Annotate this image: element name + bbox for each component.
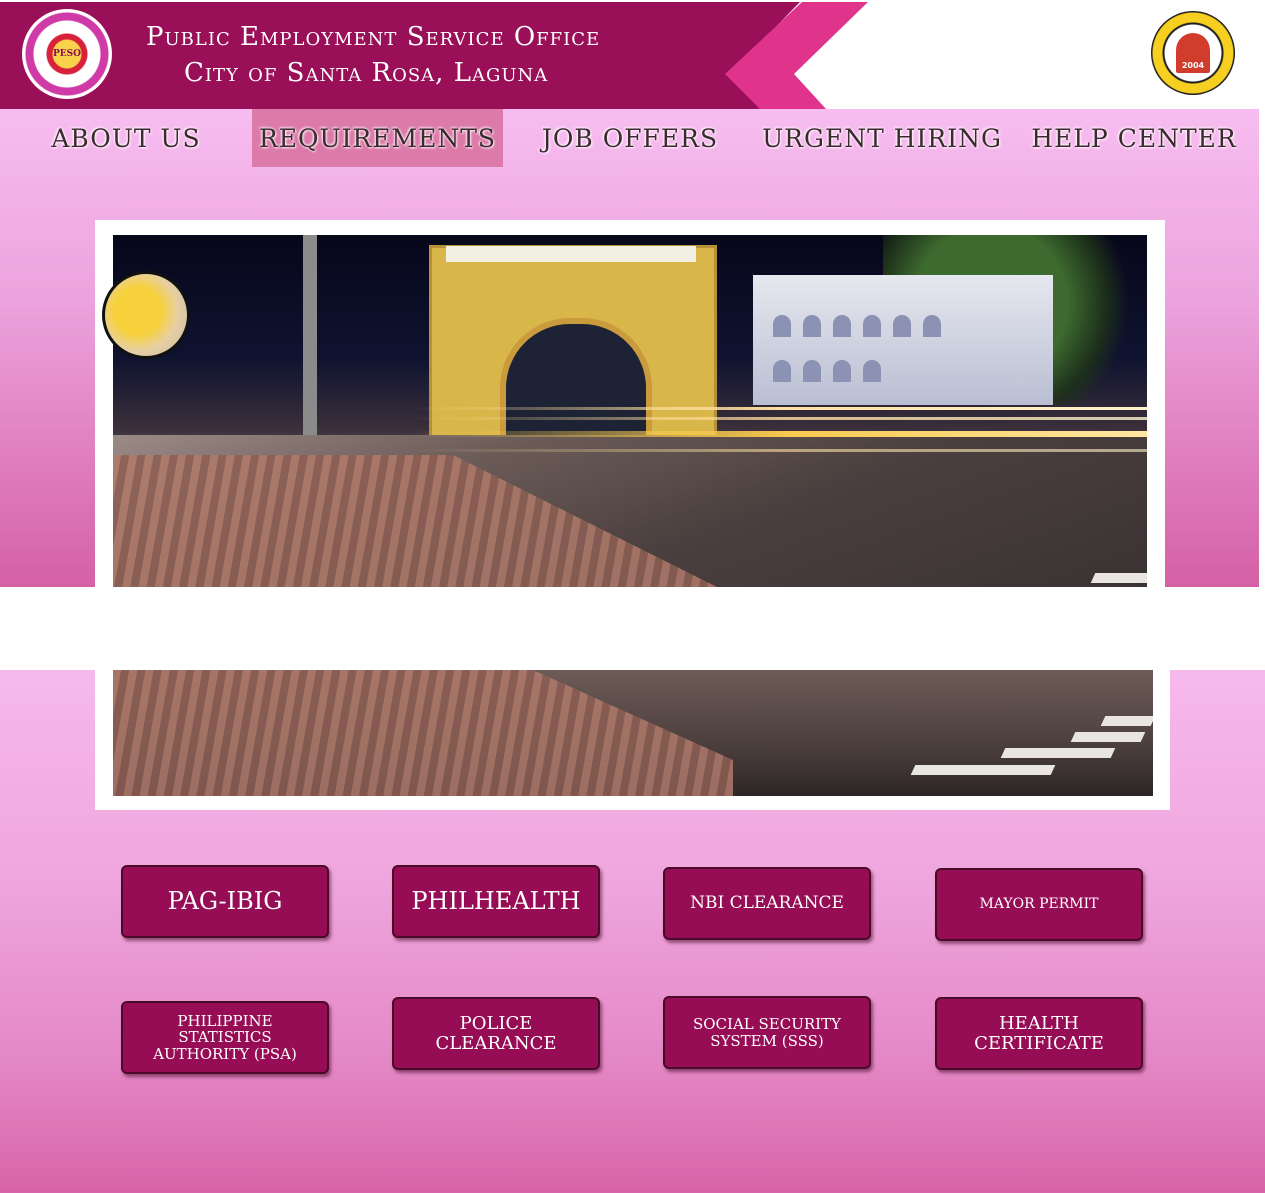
requirement-button-nbi-clearance[interactable]: NBI CLEARANCE [663, 867, 871, 940]
requirement-button-pag-ibig[interactable]: PAG-IBIG [121, 865, 329, 938]
requirement-button-psa[interactable]: PHILIPPINE STATISTICS AUTHORITY (PSA) [121, 1001, 329, 1074]
main-nav: ABOUT US REQUIREMENTS JOB OFFERS URGENT … [0, 109, 1259, 167]
school-building [753, 275, 1053, 405]
site-header: PESO Public Employment Service Office Ci… [0, 0, 1265, 109]
crosswalk-stripe [1070, 732, 1146, 742]
logo-right-year: 2004 [1181, 61, 1205, 70]
header-title-line1: Public Employment Service Office [146, 22, 601, 52]
santa-rosa-arch [429, 245, 717, 480]
requirement-button-police-clearance[interactable]: POLICE CLEARANCE [392, 997, 600, 1070]
nav-item-job-offers[interactable]: JOB OFFERS [505, 109, 755, 167]
arch-crown [446, 246, 696, 262]
nav-item-about-us[interactable]: ABOUT US [2, 109, 250, 167]
requirement-button-mayor-permit[interactable]: MAYOR PERMIT [935, 868, 1143, 941]
nav-item-urgent-hiring[interactable]: URGENT HIRING [757, 109, 1007, 167]
crosswalk-stripe [1090, 573, 1147, 583]
nav-item-help-center[interactable]: HELP CENTER [1009, 109, 1259, 167]
light-trail [413, 449, 1147, 452]
hero-photo-bottom [113, 670, 1153, 796]
nav-item-requirements[interactable]: REQUIREMENTS [252, 109, 503, 167]
header-title-line2: City of Santa Rosa, Laguna [184, 58, 549, 88]
requirement-button-sss[interactable]: SOCIAL SECURITY SYSTEM (SSS) [663, 996, 871, 1069]
utility-pole [303, 235, 317, 445]
peso-city-seal-icon[interactable]: PESO [22, 9, 112, 99]
logo-left-text: PESO [53, 49, 81, 59]
crosswalk-stripe [1100, 716, 1153, 726]
hero-photo-top [113, 235, 1147, 587]
sidewalk [113, 670, 733, 796]
crosswalk-stripe [910, 765, 1056, 775]
requirement-button-philhealth[interactable]: PHILHEALTH [392, 865, 600, 938]
light-trail [413, 417, 1147, 420]
crosswalk-stripe [1000, 748, 1116, 758]
light-trail [413, 431, 1147, 437]
lens-flare-circle [102, 271, 190, 359]
seal-arch-icon: 2004 [1176, 33, 1210, 73]
requirement-button-health-certificate[interactable]: HEALTH CERTIFICATE [935, 997, 1143, 1070]
light-trail [413, 407, 1147, 410]
santa-rosa-city-seal-icon[interactable]: 2004 [1151, 11, 1235, 95]
